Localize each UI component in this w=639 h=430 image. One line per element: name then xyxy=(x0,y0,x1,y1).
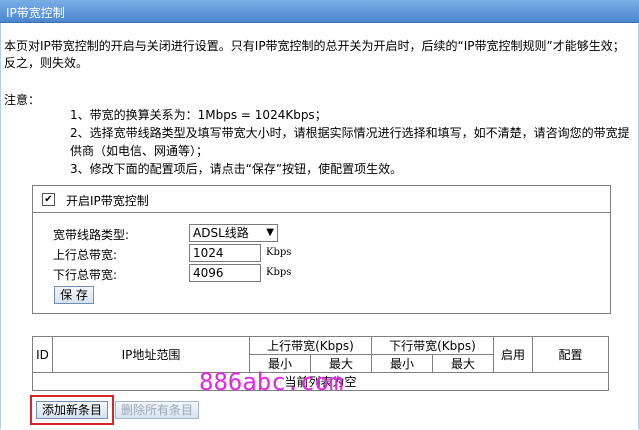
download-label: 下行总带宽: xyxy=(53,268,118,282)
check-icon: ✔ xyxy=(44,194,53,205)
upload-label: 上行总带宽: xyxy=(53,248,118,262)
col-config: 配置 xyxy=(532,336,609,373)
col-enabled: 启用 xyxy=(493,336,533,373)
content-panel: 本页对IP带宽控制的开启与关闭进行设置。只有IP带宽控制的总开关为开启时，后续的… xyxy=(0,23,639,429)
save-button[interactable]: 保 存 xyxy=(54,286,94,304)
upload-unit: Kbps xyxy=(266,247,292,258)
dropdown-arrow-icon: ▼ xyxy=(266,227,274,238)
enable-checkbox[interactable]: ✔ xyxy=(42,193,55,206)
col-download-max: 最大 xyxy=(432,354,494,373)
window-title: IP带宽控制 xyxy=(6,6,65,20)
col-upload: 上行带宽(Kbps) xyxy=(249,336,372,355)
add-entry-button[interactable]: 添加新条目 xyxy=(36,401,108,419)
notes-title: 注意： xyxy=(4,93,41,107)
bandwidth-settings: ✔ 开启IP带宽控制 宽带线路类型: ADSL线路 ▼ 上行总带宽: Kbps … xyxy=(32,185,611,314)
page-description: 本页对IP带宽控制的开启与关闭进行设置。只有IP带宽控制的总开关为开启时，后续的… xyxy=(4,39,625,70)
enable-label: 开启IP带宽控制 xyxy=(66,194,149,208)
download-input[interactable] xyxy=(189,264,261,282)
download-unit: Kbps xyxy=(266,267,292,278)
watermark: 886abc.com xyxy=(199,368,344,396)
title-bar: IP带宽控制 xyxy=(0,0,639,23)
note-item-1: 1、带宽的换算关系为：1Mbps = 1024Kbps； xyxy=(70,108,327,122)
upload-input[interactable] xyxy=(189,244,261,262)
line-type-label: 宽带线路类型: xyxy=(53,228,130,242)
line-type-value: ADSL线路 xyxy=(193,226,249,240)
note-item-3: 3、修改下面的配置项后，请点击“保存”按钮，使配置项生效。 xyxy=(70,162,403,176)
note-item-2: 2、选择宽带线路类型及填写带宽大小时，请根据实际情况进行选择和填写，如不清楚，请… xyxy=(70,126,630,158)
col-id: ID xyxy=(32,336,53,373)
col-download-min: 最小 xyxy=(371,354,433,373)
settings-header: ✔ 开启IP带宽控制 xyxy=(33,186,610,213)
col-download: 下行带宽(Kbps) xyxy=(371,336,494,355)
delete-all-button[interactable]: 删除所有条目 xyxy=(115,401,199,419)
line-type-select[interactable]: ADSL线路 ▼ xyxy=(189,224,278,242)
